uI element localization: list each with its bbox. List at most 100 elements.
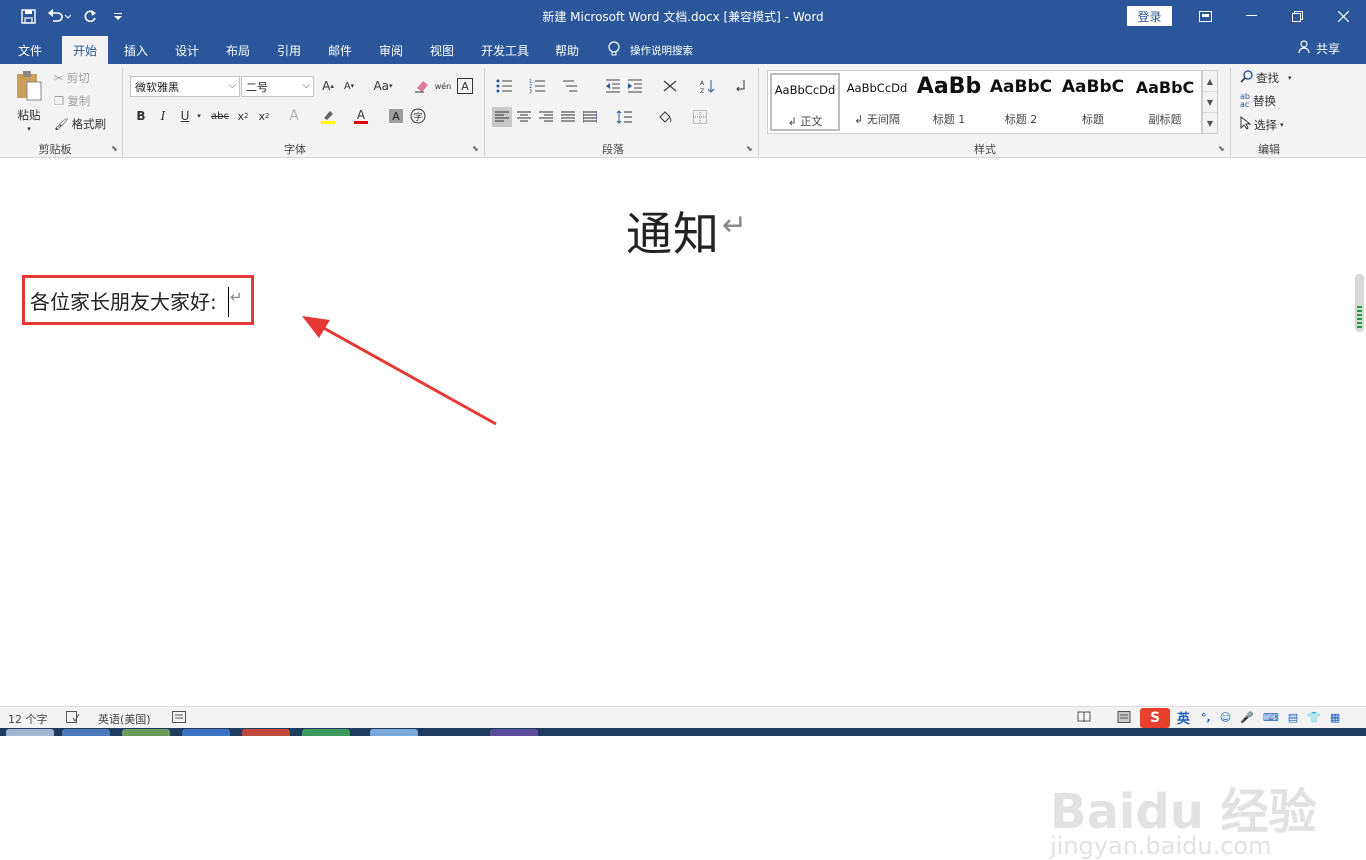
word-count[interactable]: 12 个字 bbox=[8, 711, 48, 727]
style-normal[interactable]: AaBbCcDd ↲ 正文 bbox=[770, 73, 840, 131]
character-border-icon[interactable]: A bbox=[455, 76, 475, 96]
gallery-up-icon[interactable]: ▲ bbox=[1203, 71, 1217, 92]
taskbar-app-icon[interactable] bbox=[182, 729, 230, 736]
clipboard-launcher-icon[interactable]: ⬊ bbox=[111, 144, 118, 153]
taskbar-app-icon[interactable] bbox=[62, 729, 110, 736]
grid-icon[interactable]: ▦ bbox=[1330, 711, 1340, 724]
gallery-down-icon[interactable]: ▼ bbox=[1203, 92, 1217, 113]
borders-icon[interactable] bbox=[690, 107, 710, 127]
share-button[interactable]: 共享 bbox=[1298, 40, 1340, 57]
tab-insert[interactable]: 插入 bbox=[114, 36, 158, 64]
cut-button[interactable]: ✂ 剪切 bbox=[54, 70, 90, 86]
tab-layout[interactable]: 布局 bbox=[216, 36, 260, 64]
punctuation-icon[interactable]: °, bbox=[1201, 711, 1211, 724]
multilevel-list-icon[interactable] bbox=[560, 76, 580, 96]
document-canvas[interactable]: 通知 ↵ 各位家长朋友大家好: ↵ Baidu 经验 jingyan.baidu… bbox=[0, 158, 1366, 860]
microphone-icon[interactable]: 🎤 bbox=[1240, 711, 1254, 724]
taskbar-app-icon[interactable] bbox=[122, 729, 170, 736]
skin-icon[interactable]: 👕 bbox=[1307, 711, 1321, 724]
tell-me-search[interactable]: 操作说明搜索 bbox=[608, 41, 693, 60]
text-effects-icon[interactable]: A bbox=[284, 106, 304, 126]
show-formatting-marks-icon[interactable] bbox=[730, 76, 750, 96]
gallery-more-icon[interactable]: ▼ bbox=[1203, 113, 1217, 134]
change-case-button[interactable]: Aa ▾ bbox=[368, 76, 398, 96]
tab-home[interactable]: 开始 bbox=[62, 36, 108, 64]
subscript-icon[interactable]: x2 bbox=[233, 106, 253, 126]
tab-review[interactable]: 审阅 bbox=[369, 36, 413, 64]
print-layout-icon[interactable] bbox=[1117, 711, 1131, 723]
find-button[interactable]: 查找 ▾ bbox=[1240, 70, 1292, 86]
sort-icon[interactable]: AZ bbox=[698, 76, 718, 96]
macro-icon[interactable] bbox=[172, 711, 186, 723]
bold-icon[interactable]: B bbox=[131, 106, 151, 126]
align-left-icon[interactable] bbox=[492, 107, 512, 127]
toolbox-icon[interactable]: ▤ bbox=[1288, 711, 1298, 724]
login-button[interactable]: 登录 bbox=[1127, 6, 1172, 26]
close-icon[interactable] bbox=[1320, 0, 1366, 32]
tab-references[interactable]: 引用 bbox=[267, 36, 311, 64]
paragraph-launcher-icon[interactable]: ⬊ bbox=[746, 144, 753, 153]
tab-help[interactable]: 帮助 bbox=[545, 36, 589, 64]
tab-developer[interactable]: 开发工具 bbox=[474, 36, 536, 64]
emoji-icon[interactable]: ☺ bbox=[1220, 711, 1231, 724]
shading-icon[interactable] bbox=[655, 107, 675, 127]
underline-dropdown-icon[interactable]: ▾ bbox=[193, 106, 205, 126]
taskbar-app-icon[interactable] bbox=[242, 729, 290, 736]
chinese-layout-icon[interactable] bbox=[660, 76, 680, 96]
font-launcher-icon[interactable]: ⬊ bbox=[472, 144, 479, 153]
font-name-combo[interactable]: 微软雅黑 ⌵ bbox=[130, 76, 240, 97]
find-dropdown-icon[interactable]: ▾ bbox=[1288, 74, 1292, 82]
align-center-icon[interactable] bbox=[514, 107, 534, 127]
select-button[interactable]: 选择 ▾ bbox=[1240, 115, 1284, 133]
underline-icon[interactable]: U bbox=[175, 106, 195, 126]
bullets-icon[interactable] bbox=[494, 76, 514, 96]
ime-mode[interactable]: 英 bbox=[1177, 708, 1190, 727]
numbering-icon[interactable]: 123 bbox=[527, 76, 547, 96]
grow-font-icon[interactable]: A ▴ bbox=[318, 76, 338, 96]
style-no-spacing[interactable]: AaBbCcDd ↲ 无间隔 bbox=[842, 73, 912, 131]
increase-indent-icon[interactable] bbox=[625, 76, 645, 96]
tab-design[interactable]: 设计 bbox=[165, 36, 209, 64]
distributed-icon[interactable] bbox=[580, 107, 600, 127]
italic-icon[interactable]: I bbox=[153, 106, 173, 126]
restore-icon[interactable] bbox=[1274, 0, 1320, 32]
ribbon-display-options-icon[interactable] bbox=[1182, 0, 1228, 32]
minimize-icon[interactable] bbox=[1228, 0, 1274, 32]
font-color-icon[interactable]: A bbox=[351, 106, 371, 126]
taskbar-app-icon[interactable] bbox=[490, 729, 538, 736]
read-mode-icon[interactable] bbox=[1077, 711, 1091, 723]
taskbar-word-icon[interactable] bbox=[370, 729, 418, 736]
format-painter-button[interactable]: 🖌 格式刷 bbox=[54, 116, 106, 132]
paste-button[interactable]: 粘贴 ▾ bbox=[14, 70, 44, 133]
styles-launcher-icon[interactable]: ⬊ bbox=[1218, 144, 1225, 153]
phonetic-guide-icon[interactable]: wén bbox=[433, 76, 453, 96]
tab-file[interactable]: 文件 bbox=[8, 36, 52, 64]
taskbar-start-icon[interactable] bbox=[6, 729, 54, 736]
shrink-font-icon[interactable]: A ▾ bbox=[339, 76, 359, 96]
highlight-color-icon[interactable] bbox=[318, 106, 338, 126]
align-right-icon[interactable] bbox=[536, 107, 556, 127]
style-subtitle[interactable]: AaBbC 副标题 bbox=[1130, 73, 1200, 131]
taskbar-app-icon[interactable] bbox=[302, 729, 350, 736]
replace-button[interactable]: ab ac 替换 bbox=[1240, 93, 1276, 109]
strikethrough-icon[interactable]: abc bbox=[210, 106, 230, 126]
style-heading-2[interactable]: AaBbC 标题 2 bbox=[986, 73, 1056, 131]
select-dropdown-icon[interactable]: ▾ bbox=[1280, 121, 1284, 129]
character-shading-icon[interactable]: A bbox=[386, 106, 406, 126]
keyboard-icon[interactable]: ⌨ bbox=[1263, 711, 1279, 724]
copy-button[interactable]: ❐ 复制 bbox=[54, 93, 90, 109]
style-title[interactable]: AaBbC 标题 bbox=[1058, 73, 1128, 131]
clear-formatting-icon[interactable] bbox=[412, 76, 432, 96]
line-spacing-icon[interactable] bbox=[614, 107, 634, 127]
paste-dropdown-icon[interactable]: ▾ bbox=[27, 125, 31, 133]
proofing-icon[interactable] bbox=[66, 711, 80, 723]
superscript-icon[interactable]: x2 bbox=[254, 106, 274, 126]
justify-icon[interactable] bbox=[558, 107, 578, 127]
style-heading-1[interactable]: AaBb 标题 1 bbox=[914, 73, 984, 131]
font-size-combo[interactable]: 二号 ⌵ bbox=[241, 76, 314, 97]
enclose-characters-icon[interactable]: 字 bbox=[408, 106, 428, 126]
decrease-indent-icon[interactable] bbox=[603, 76, 623, 96]
ime-toolbar[interactable]: S 英 °, ☺ 🎤 ⌨ ▤ 👕 ▦ bbox=[1140, 707, 1340, 728]
tab-mailings[interactable]: 邮件 bbox=[318, 36, 362, 64]
language-indicator[interactable]: 英语(美国) bbox=[98, 711, 151, 727]
